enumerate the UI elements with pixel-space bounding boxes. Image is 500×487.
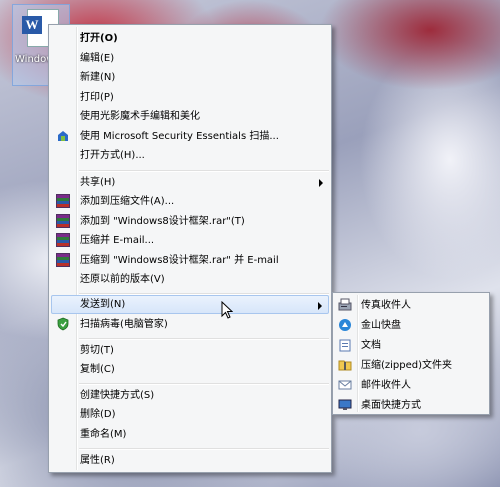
winrar-icon (56, 194, 70, 208)
submenu-arrow-icon (319, 179, 323, 187)
fax-icon (338, 298, 352, 312)
menu-item-send-to[interactable]: 发送到(N) (51, 295, 329, 314)
menu-item-share[interactable]: 共享(H) (51, 173, 329, 192)
menu-separator (79, 170, 329, 172)
zip-folder-icon (338, 358, 352, 372)
winrar-icon (56, 214, 70, 228)
mail-icon (338, 378, 352, 392)
menu-item-scan-mse[interactable]: 使用 Microsoft Security Essentials 扫描... (51, 127, 329, 146)
menu-item-delete[interactable]: 删除(D) (51, 405, 329, 424)
menu-separator (79, 448, 329, 450)
menu-item-add-to-rar[interactable]: 添加到 "Windows8设计框架.rar"(T) (51, 212, 329, 231)
menu-item-properties[interactable]: 属性(R) (51, 451, 329, 470)
menu-item-new[interactable]: 新建(N) (51, 68, 329, 87)
mouse-cursor-icon (221, 301, 233, 319)
menu-separator (79, 338, 329, 340)
submenu-item-fax[interactable]: 传真收件人 (335, 295, 487, 315)
submenu-item-mail-recipient[interactable]: 邮件收件人 (335, 375, 487, 395)
menu-item-virus-scan[interactable]: 扫描病毒(电脑管家) (51, 315, 329, 334)
context-menu: 打开(O) 编辑(E) 新建(N) 打印(P) 使用光影魔术手编辑和美化 使用 … (48, 24, 332, 473)
menu-separator (79, 383, 329, 385)
menu-item-cut[interactable]: 剪切(T) (51, 341, 329, 360)
winrar-icon (56, 233, 70, 247)
menu-item-add-to-archive[interactable]: 添加到压缩文件(A)... (51, 192, 329, 211)
menu-item-edit-with-photo-tool[interactable]: 使用光影魔术手编辑和美化 (51, 107, 329, 126)
kuaipan-icon (338, 318, 352, 332)
menu-item-restore-versions[interactable]: 还原以前的版本(V) (51, 270, 329, 289)
menu-item-open-with[interactable]: 打开方式(H)... (51, 146, 329, 165)
submenu-arrow-icon (318, 302, 322, 310)
submenu-item-kuaipan[interactable]: 金山快盘 (335, 315, 487, 335)
menu-item-compress-rar-email[interactable]: 压缩到 "Windows8设计框架.rar" 并 E-mail (51, 251, 329, 270)
menu-item-compress-email[interactable]: 压缩并 E-mail... (51, 231, 329, 250)
winrar-icon (56, 253, 70, 267)
submenu-item-desktop-shortcut[interactable]: 桌面快捷方式 (335, 395, 487, 415)
menu-item-create-shortcut[interactable]: 创建快捷方式(S) (51, 386, 329, 405)
send-to-submenu: 传真收件人 金山快盘 文档 压缩(zipped)文件夹 邮件收件人 桌面快捷方式 (332, 292, 490, 415)
pc-manager-shield-icon (56, 317, 70, 331)
submenu-item-documents[interactable]: 文档 (335, 335, 487, 355)
security-essentials-icon (56, 129, 70, 143)
submenu-item-zip-folder[interactable]: 压缩(zipped)文件夹 (335, 355, 487, 375)
menu-item-edit[interactable]: 编辑(E) (51, 49, 329, 68)
menu-item-rename[interactable]: 重命名(M) (51, 425, 329, 444)
desktop-icon (338, 398, 352, 412)
documents-icon (338, 338, 352, 352)
menu-item-open[interactable]: 打开(O) (51, 29, 329, 48)
menu-item-copy[interactable]: 复制(C) (51, 360, 329, 379)
menu-item-print[interactable]: 打印(P) (51, 88, 329, 107)
